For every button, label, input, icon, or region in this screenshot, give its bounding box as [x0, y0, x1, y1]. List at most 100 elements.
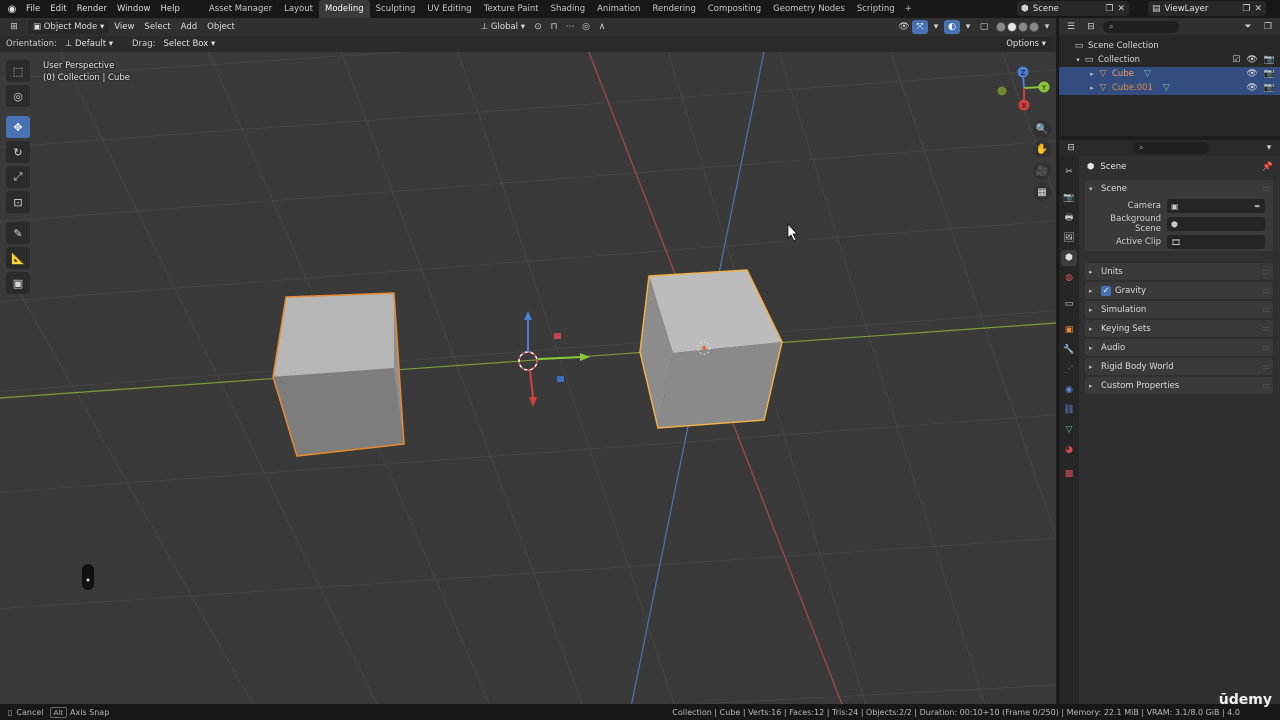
copy-icon[interactable]: ❐ [1105, 4, 1113, 14]
outliner-scene-collection[interactable]: ▭ Scene Collection [1059, 39, 1280, 53]
panel-gravity-header[interactable]: ▸ ✓ Gravity:::: [1085, 282, 1273, 299]
transform-orientation-selector[interactable]: ⊥ Global ▾ [476, 20, 530, 34]
scene-name[interactable]: Scene [1033, 4, 1102, 14]
active-clip-field[interactable]: 🎞 [1167, 235, 1265, 249]
tab-animation[interactable]: Animation [591, 0, 646, 18]
copy-icon[interactable]: ❐ [1242, 4, 1250, 14]
scale-tool-icon[interactable]: ⤢ [6, 166, 30, 188]
move-tool-icon[interactable]: ✥ [6, 116, 30, 138]
pin-icon[interactable]: 📌 [1262, 162, 1273, 172]
panel-rigid-body-world-header[interactable]: ▸ Rigid Body World:::: [1085, 358, 1273, 375]
proportional-edit-icon[interactable]: ◎ [578, 20, 594, 34]
tab-compositing[interactable]: Compositing [702, 0, 767, 18]
panel-custom-properties-header[interactable]: ▸ Custom Properties:::: [1085, 377, 1273, 394]
eyedropper-icon[interactable]: ✒ [1254, 202, 1261, 211]
xray-toggle-icon[interactable]: ▢ [976, 20, 992, 34]
tab-data-icon[interactable]: ▽ [1061, 422, 1077, 438]
outliner-object-cube[interactable]: ▸ ▽ Cube ▽ 👁 📷 [1059, 67, 1280, 81]
panel-units-header[interactable]: ▸ Units:::: [1085, 263, 1273, 280]
tab-scene-icon[interactable]: ⬢ [1061, 250, 1077, 266]
background-scene-field[interactable]: ⬢ [1167, 217, 1265, 231]
tab-particles-icon[interactable]: ⋰ [1061, 362, 1077, 378]
properties-options-icon[interactable]: ▾ [1261, 141, 1277, 155]
pivot-point-icon[interactable]: ⊙ [530, 20, 546, 34]
expand-collection-icon[interactable]: ▾ [1073, 56, 1083, 64]
tab-shading[interactable]: Shading [545, 0, 592, 18]
drag-selector[interactable]: Select Box ▾ [159, 38, 221, 51]
panel-scene-header[interactable]: ▾ Scene :::: [1085, 180, 1273, 197]
tab-render-icon[interactable]: 📷 [1061, 190, 1077, 206]
shading-dropdown-icon[interactable]: ▾ [1039, 20, 1055, 34]
overlays-toggle-icon[interactable]: ◐ [944, 20, 961, 34]
drag-handle-icon[interactable]: :::: [1262, 305, 1270, 314]
viewport-scene[interactable]: Z Y X [0, 52, 1056, 704]
outliner-search-input[interactable]: ⌕ [1103, 20, 1179, 33]
drag-handle-icon[interactable]: :::: [1262, 324, 1270, 333]
pan-hand-icon[interactable]: ✋ [1033, 140, 1051, 158]
visibility-icon[interactable]: 👁 [1246, 55, 1257, 65]
snap-target-icon[interactable]: ⋯ [562, 20, 578, 34]
cube-left[interactable] [272, 292, 405, 457]
exclude-checkbox-icon[interactable]: ☑ [1232, 55, 1240, 65]
panel-audio-header[interactable]: ▸ Audio:::: [1085, 339, 1273, 356]
gravity-checkbox[interactable]: ✓ [1101, 285, 1111, 296]
new-collection-icon[interactable]: ❐ [1260, 20, 1276, 34]
tab-view-layer-icon[interactable]: 🖼 [1061, 230, 1077, 246]
tab-collection-icon[interactable]: ▭ [1061, 296, 1077, 312]
visibility-icon[interactable]: 👁 [1246, 69, 1257, 79]
navigation-gizmo[interactable]: Z Y X [997, 66, 1050, 111]
wireframe-shading-icon[interactable] [996, 22, 1007, 32]
properties-search-input[interactable]: ⌕ [1133, 142, 1209, 154]
tab-asset-manager[interactable]: Asset Manager [203, 0, 278, 18]
gizmo-dropdown-icon[interactable]: ▾ [928, 20, 944, 34]
orientation-selector[interactable]: ⊥ Default ▾ [60, 38, 118, 51]
menu-select[interactable]: Select [139, 22, 175, 32]
tab-physics-icon[interactable]: ◉ [1061, 382, 1077, 398]
tab-object-icon[interactable]: ▣ [1061, 322, 1077, 338]
tab-uv-editing[interactable]: UV Editing [421, 0, 477, 18]
menu-help[interactable]: Help [155, 0, 184, 18]
expand-object-icon[interactable]: ▸ [1087, 84, 1097, 92]
outliner-collection[interactable]: ▾ ▭ Collection ☑ 👁 📷 [1059, 53, 1280, 67]
falloff-icon[interactable]: ∧ [594, 20, 610, 34]
move-gizmo[interactable] [524, 311, 590, 407]
tab-texture-icon[interactable]: ▩ [1061, 466, 1077, 482]
camera-view-icon[interactable]: 🎥 [1033, 162, 1051, 180]
tab-scripting[interactable]: Scripting [851, 0, 901, 18]
drag-handle-icon[interactable]: :::: [1262, 286, 1270, 295]
add-workspace-button[interactable]: + [901, 0, 916, 18]
menu-edit[interactable]: Edit [45, 0, 71, 18]
view-layer-selector[interactable]: ▤ ViewLayer ❐ ✕ [1148, 1, 1266, 16]
drag-handle-icon[interactable]: :::: [1262, 267, 1270, 276]
drag-handle-icon[interactable]: :::: [1262, 381, 1270, 390]
tab-world-icon[interactable]: ◍ [1061, 270, 1077, 286]
outliner-object-cube-001[interactable]: ▸ ▽ Cube.001 ▽ 👁 📷 [1059, 81, 1280, 95]
filter-icon[interactable]: ⏷ [1240, 20, 1256, 34]
zoom-icon[interactable]: 🔍 [1033, 120, 1051, 138]
properties-editor-icon[interactable]: ⊟ [1063, 141, 1079, 155]
cursor-tool-icon[interactable]: ◎ [6, 85, 30, 107]
render-camera-icon[interactable]: 📷 [1264, 55, 1275, 65]
tab-texture-paint[interactable]: Texture Paint [478, 0, 545, 18]
tab-modifiers-icon[interactable]: 🔧 [1061, 342, 1077, 358]
visibility-icon[interactable]: 👁 [896, 20, 912, 34]
measure-tool-icon[interactable]: 📐 [6, 247, 30, 269]
view-layer-name[interactable]: ViewLayer [1165, 4, 1239, 14]
menu-add[interactable]: Add [176, 22, 202, 32]
tab-layout[interactable]: Layout [278, 0, 319, 18]
add-cube-tool-icon[interactable]: ▣ [6, 272, 30, 294]
scene-selector[interactable]: ⬢ Scene ❐ ✕ [1017, 1, 1129, 16]
close-icon[interactable]: ✕ [1117, 4, 1125, 14]
drag-handle-icon[interactable]: :::: [1262, 184, 1270, 193]
snap-icon[interactable]: ⊓ [546, 20, 562, 34]
visibility-icon[interactable]: 👁 [1246, 83, 1257, 93]
menu-view[interactable]: View [109, 22, 139, 32]
menu-render[interactable]: Render [72, 0, 112, 18]
menu-object[interactable]: Object [202, 22, 240, 32]
outliner-editor-icon[interactable]: ☰ [1063, 20, 1079, 34]
render-camera-icon[interactable]: 📷 [1264, 69, 1275, 79]
panel-keying-sets-header[interactable]: ▸ Keying Sets:::: [1085, 320, 1273, 337]
3d-viewport[interactable]: Z Y X User Perspective (0) Collection | … [0, 52, 1056, 704]
menu-file[interactable]: File [21, 0, 45, 18]
panel-simulation-header[interactable]: ▸ Simulation:::: [1085, 301, 1273, 318]
